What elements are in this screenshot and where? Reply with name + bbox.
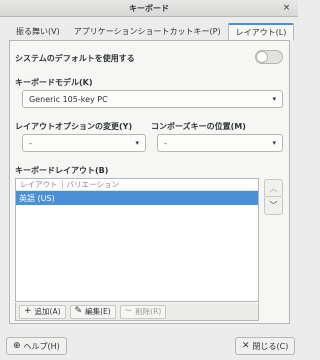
remove-label: 削除(R) [135,307,162,316]
chevron-down-icon: ▾ [135,139,139,147]
window-close-icon[interactable]: × [281,3,292,14]
tab-bar: 振る舞い(V) アプリケーションショートカットキー(P) レイアウト(L) [9,23,295,41]
edit-button[interactable]: ✎ 編集(E) [69,304,116,319]
chevron-down-icon: ﹀ [269,201,278,210]
add-button[interactable]: + 追加(A) [19,304,66,319]
chevron-down-icon: ▾ [272,95,276,103]
layout-name: 英語 (US) [19,193,55,203]
chevron-down-icon: ▾ [272,139,276,147]
layout-option-label: レイアウトオプションの変更(Y) [15,122,133,131]
column-header-variation[interactable]: バリエーション [63,179,123,190]
keyboard-model-value: Generic 105-key PC [29,94,108,104]
move-down-button[interactable]: ﹀ [264,196,283,215]
add-label: 追加(A) [34,307,61,316]
switch-knob [256,51,268,63]
list-header: レイアウト バリエーション [16,179,258,191]
help-label: ヘルプ(H) [23,341,60,351]
column-header-layout[interactable]: レイアウト [16,179,62,190]
compose-key-select[interactable]: - ▾ [157,134,283,152]
keyboard-layout-label: キーボードレイアウト(B) [15,166,109,175]
close-button[interactable]: ✕ 閉じる(C) [235,337,296,355]
keyboard-layout-list[interactable]: レイアウト バリエーション 英語 (US) [15,178,259,302]
window-title: キーボード [129,3,169,13]
compose-key-value: - [164,138,167,148]
close-icon: ✕ [242,341,250,351]
keyboard-model-select[interactable]: Generic 105-key PC ▾ [22,90,283,108]
system-default-label: システムのデフォルトを使用する [15,54,135,63]
help-button[interactable]: ⊕ ヘルプ(H) [6,337,67,355]
layout-option-value: - [29,138,32,148]
pencil-icon: ✎ [74,306,83,316]
minus-icon: − [124,306,133,316]
remove-button[interactable]: − 削除(R) [119,304,167,319]
chevron-up-icon: ︿ [269,184,278,193]
close-label: 閉じる(C) [252,341,289,351]
layout-option-select[interactable]: - ▾ [22,134,146,152]
list-toolbar: + 追加(A) ✎ 編集(E) − 削除(R) [15,303,259,321]
keyboard-model-label: キーボードモデル(K) [15,78,93,87]
title-bar: キーボード × [0,0,298,17]
lifebuoy-icon: ⊕ [13,341,21,351]
list-item[interactable]: 英語 (US) [16,191,258,205]
tab-application-shortcuts[interactable]: アプリケーションショートカットキー(P) [66,23,228,41]
plus-icon: + [24,306,32,316]
edit-label: 編集(E) [85,307,111,316]
compose-key-label: コンポーズキーの位置(M) [151,122,246,131]
tab-behavior[interactable]: 振る舞い(V) [9,23,67,41]
tab-layout[interactable]: レイアウト(L) [227,23,295,41]
system-default-switch[interactable] [255,50,283,64]
